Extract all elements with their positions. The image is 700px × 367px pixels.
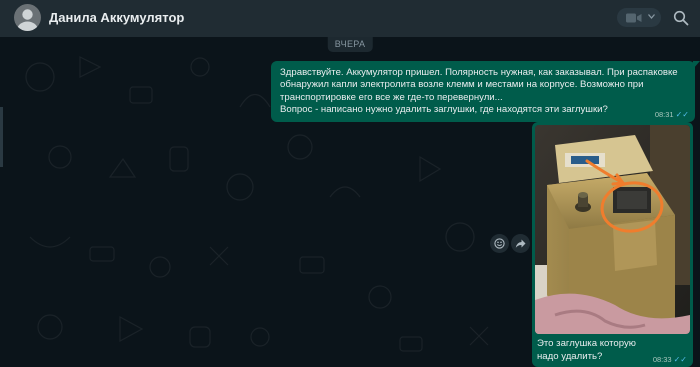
image-caption: Это заглушка которую надо удалить? <box>537 338 636 362</box>
message-bubble-image[interactable]: Это заглушка которую надо удалить? 08:33… <box>532 122 693 367</box>
search-button[interactable] <box>673 10 689 26</box>
photo-battery-with-orange-circle[interactable] <box>535 125 690 334</box>
read-receipt-icon: ✓✓ <box>673 355 687 364</box>
video-call-button[interactable] <box>617 8 661 27</box>
message-line: транспортировке его все же где-то переве… <box>280 91 503 103</box>
emoji-reaction-button[interactable] <box>490 234 509 253</box>
message-meta: 08:33 ✓✓ <box>653 355 687 364</box>
message-line: обнаружил капли электролита возле клемм … <box>280 79 644 91</box>
forward-icon <box>515 239 526 248</box>
scrollbar[interactable] <box>0 107 3 167</box>
date-separator: ВЧЕРА <box>327 37 373 52</box>
emoji-reaction-icon <box>494 238 505 249</box>
message-line: Вопрос - написано нужно удалить заглушки… <box>280 104 608 116</box>
search-icon <box>673 10 689 26</box>
message-meta: 08:31 ✓✓ <box>655 110 689 119</box>
message-text: Здравствуйте. Аккумулятор пришел. Полярн… <box>280 67 687 117</box>
forward-button[interactable] <box>511 234 530 253</box>
chevron-down-icon <box>648 14 655 19</box>
message-time: 08:33 <box>652 355 672 364</box>
chat-header: Данила Аккумулятор <box>0 0 700 37</box>
message-line: Здравствуйте. Аккумулятор пришел. Полярн… <box>280 67 678 78</box>
message-bubble-outgoing[interactable]: Здравствуйте. Аккумулятор пришел. Полярн… <box>271 61 695 122</box>
battery-photo <box>535 125 690 334</box>
read-receipt-icon: ✓✓ <box>675 110 689 119</box>
person-icon <box>17 9 38 31</box>
contact-avatar[interactable] <box>14 4 41 31</box>
message-time: 08:31 <box>654 110 674 119</box>
video-call-icon <box>626 13 642 23</box>
contact-name[interactable]: Данила Аккумулятор <box>49 10 184 25</box>
chat-area[interactable]: ВЧЕРА Здравствуйте. Аккумулятор пришел. … <box>0 37 700 367</box>
